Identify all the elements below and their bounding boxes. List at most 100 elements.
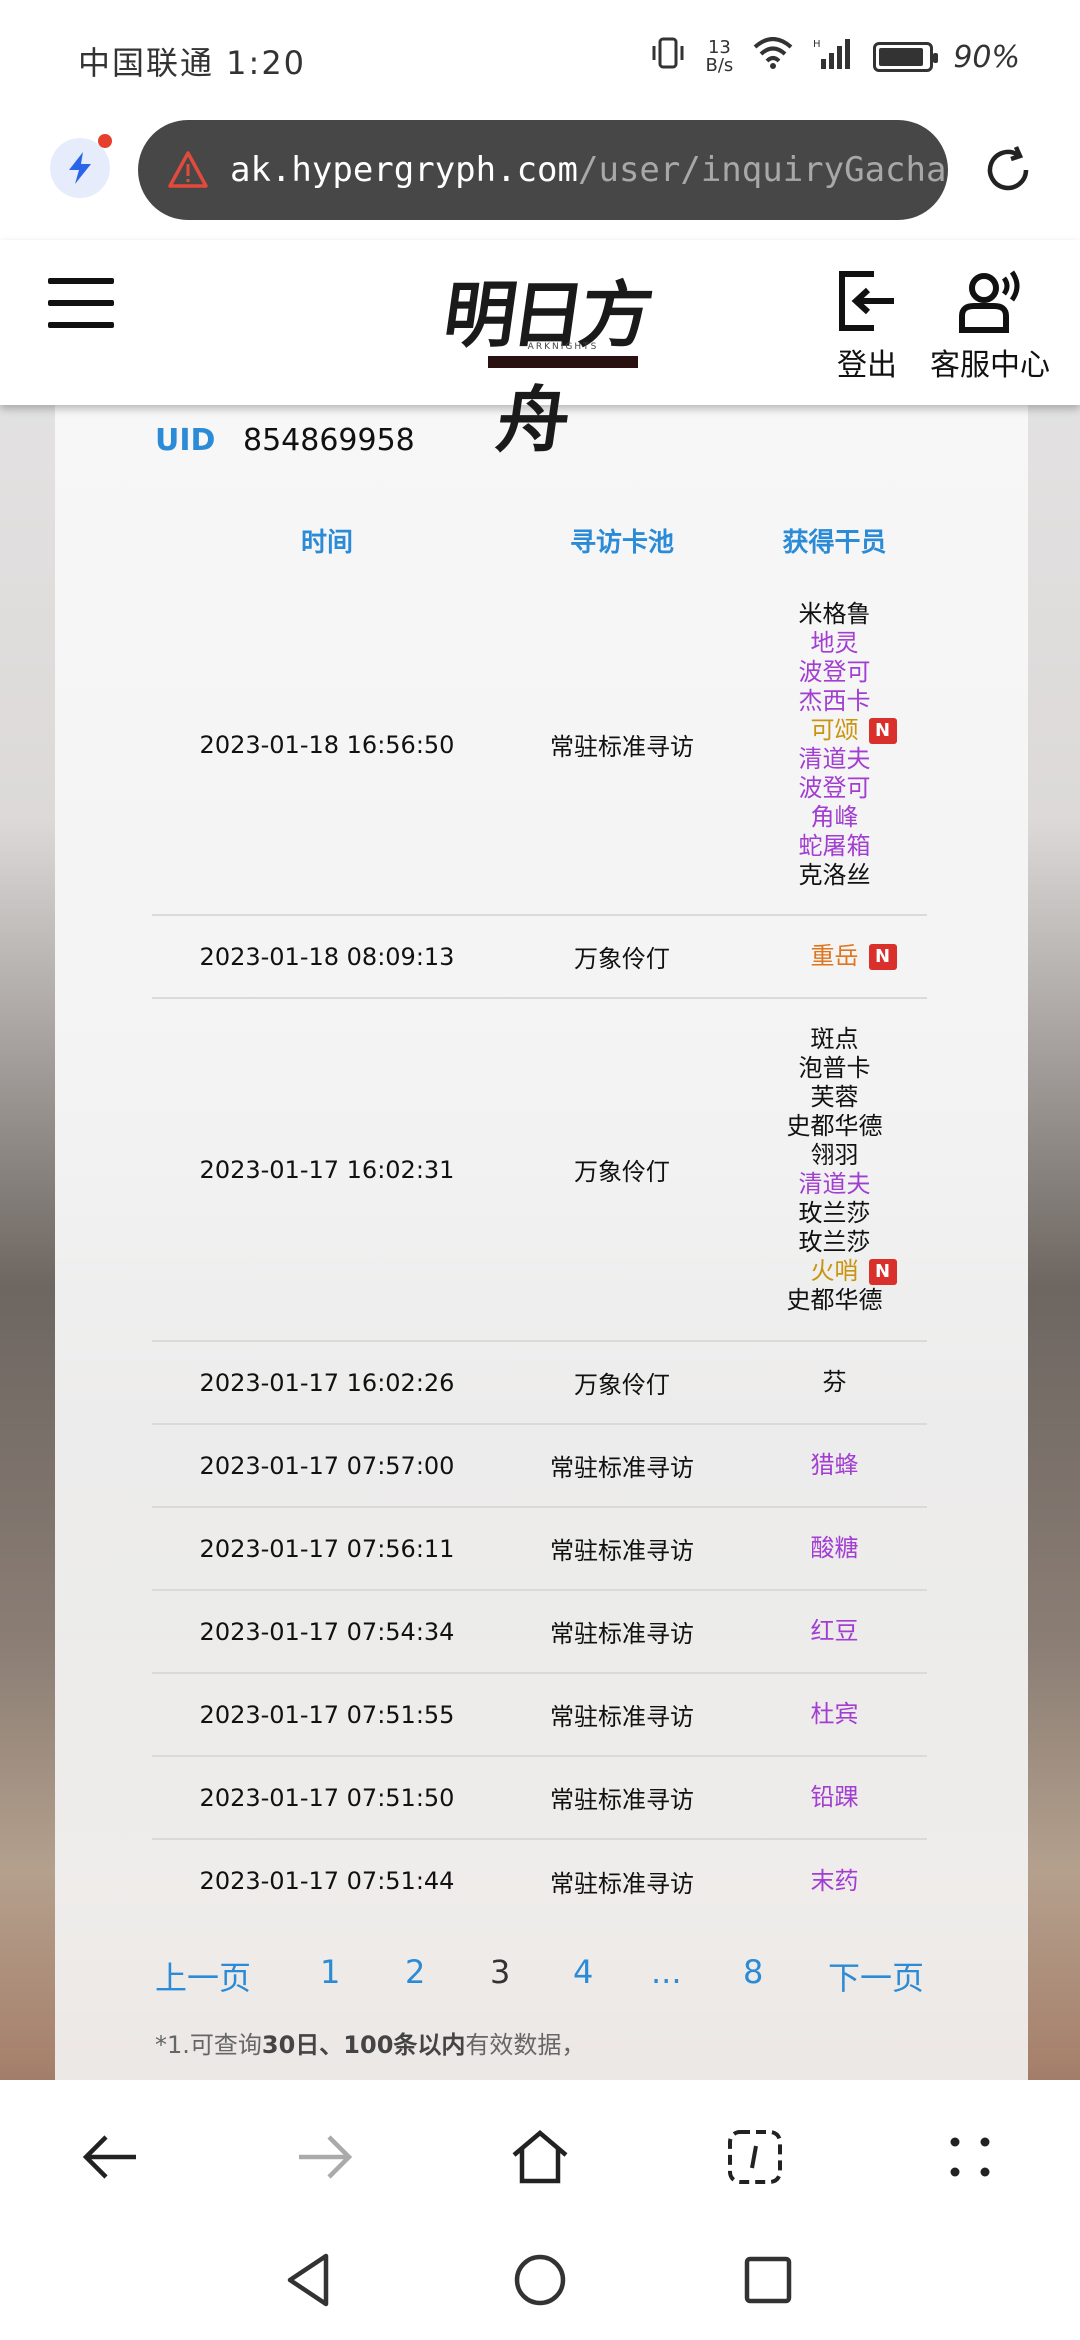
operator-name: 杜宾 [742, 1700, 927, 1729]
operator-name: 铅踝 [742, 1783, 927, 1812]
operator-label: 克洛丝 [799, 861, 871, 890]
operator-label: 泡普卡 [799, 1054, 871, 1083]
menu-icon[interactable] [48, 278, 114, 328]
cell-time: 2023-01-17 07:51:55 [152, 1673, 502, 1757]
operator-text: 翎羽 [810, 1140, 859, 1169]
operator-name: 史都华德 [742, 1112, 927, 1141]
status-bar: 中国联通 1:20 13 B/s H 90% [0, 0, 1080, 120]
cell-operators: 杜宾 [742, 1673, 927, 1757]
operator-name: 芬 [742, 1368, 927, 1397]
cell-operators: 末药 [742, 1839, 927, 1922]
operator-text: 波登可 [798, 773, 871, 802]
gacha-table: 时间 寻访卡池 获得干员 2023-01-18 16:56:50 常驻标准寻访 米格… [152, 505, 927, 1922]
operator-text: 斑点 [810, 1024, 859, 1053]
nav-back-icon[interactable] [280, 2250, 340, 2310]
header-time: 时间 [300, 527, 353, 558]
cell-pool: 万象伶仃 [502, 1341, 742, 1425]
browser-toolbar [0, 2080, 1080, 2230]
page-3-current: 3 [490, 1953, 511, 1991]
pagination: 上一页 1 2 3 4 ... 8 下一页 [155, 1945, 995, 2005]
operator-name: 重岳 N [742, 942, 927, 971]
operator-name: 史都华德 [742, 1286, 927, 1315]
tabs-icon[interactable] [720, 2122, 790, 2192]
back-arrow-icon[interactable] [75, 2122, 145, 2192]
url-bar[interactable]: ak.hypergryph.com /user/inquiryGacha [138, 120, 948, 220]
operator-text: 重岳 [810, 942, 859, 970]
operator-text: 米格鲁 [798, 599, 871, 628]
operator-name: 克洛丝 [742, 861, 927, 890]
operator-label: 清道夫 [799, 745, 871, 774]
page-4-button[interactable]: 4 [573, 1953, 593, 1991]
prev-page-button[interactable]: 上一页 [155, 1953, 251, 1999]
operator-text: 地灵 [810, 628, 859, 657]
cell-pool: 常驻标准寻访 [502, 1673, 742, 1757]
table-row: 2023-01-17 07:54:34 常驻标准寻访 红豆 [152, 1590, 927, 1674]
uid-row: UID 854869958 [155, 423, 415, 458]
operator-name: 玫兰莎 [742, 1199, 927, 1228]
next-page-button[interactable]: 下一页 [828, 1953, 924, 1999]
table-body: 2023-01-18 16:56:50 常驻标准寻访 米格鲁 地灵 波登可 杰西卡 可颂 N 清… [152, 575, 927, 1922]
operator-text: 角峰 [810, 802, 859, 831]
operator-name: 泡普卡 [742, 1054, 927, 1083]
operator-label: 芬 [823, 1368, 847, 1397]
operator-name: 清道夫 [742, 745, 927, 774]
operator-label: 地灵 [811, 629, 859, 658]
note-bold: 30日、100条以内 [261, 2031, 466, 2059]
cell-pool: 常驻标准寻访 [502, 1756, 742, 1840]
operator-name: 清道夫 [742, 1170, 927, 1199]
operator-label: 铅踝 [811, 1783, 859, 1812]
operator-text: 末药 [810, 1866, 859, 1895]
header-pool: 寻访卡池 [569, 527, 674, 558]
operator-label: 波登可 [799, 658, 871, 687]
warning-icon [168, 151, 208, 188]
operator-label: 火哨 N [811, 1257, 897, 1286]
header-operators: 获得干员 [782, 527, 887, 558]
operator-text: 杰西卡 [798, 686, 871, 715]
operator-label: 末药 [811, 1867, 859, 1896]
operator-label: 波登可 [799, 774, 871, 803]
query-note: *1.可查询30日、100条以内有效数据， [155, 2025, 585, 2060]
site-header: 明日方舟 ARKNIGHTS 登出 客服中心 [0, 240, 1080, 462]
more-icon[interactable] [935, 2122, 1005, 2192]
home-icon[interactable] [505, 2122, 575, 2192]
reload-icon[interactable] [980, 142, 1036, 198]
customer-service-button[interactable]: 客服中心 [930, 268, 1050, 384]
table-row: 2023-01-17 07:51:50 常驻标准寻访 铅踝 [152, 1756, 927, 1840]
cell-pool: 常驻标准寻访 [502, 1424, 742, 1508]
wifi-icon [753, 37, 793, 77]
operator-text: 可颂 [810, 715, 859, 744]
page-8-button[interactable]: 8 [743, 1953, 763, 1991]
note-prefix: *1.可查询 [155, 2031, 262, 2059]
url-domain: ak.hypergryph.com [230, 150, 578, 190]
table-row: 2023-01-17 07:51:55 常驻标准寻访 杜宾 [152, 1673, 927, 1757]
operator-name: 波登可 [742, 658, 927, 687]
operator-label: 可颂 N [810, 715, 897, 745]
operator-label: 史都华德 [787, 1286, 883, 1315]
nav-recents-icon[interactable] [738, 2250, 798, 2310]
page-2-button[interactable]: 2 [405, 1953, 425, 1991]
operator-name: 蛇屠箱 [742, 832, 927, 861]
page-1-button[interactable]: 1 [320, 1953, 340, 1991]
operator-text: 芬 [822, 1368, 847, 1396]
operator-text: 红豆 [810, 1617, 859, 1645]
operator-name: 芙蓉 [742, 1083, 927, 1112]
new-badge: N [868, 717, 897, 744]
site-logo[interactable]: 明日方舟 ARKNIGHTS [408, 256, 672, 462]
table-row: 2023-01-17 07:51:44 常驻标准寻访 末药 [152, 1839, 927, 1922]
notification-dot [98, 134, 112, 148]
operator-label: 清道夫 [799, 1170, 871, 1199]
browser-address-bar: ak.hypergryph.com /user/inquiryGacha [0, 120, 1080, 240]
logout-button[interactable]: 登出 [834, 268, 900, 384]
operator-label: 史都华德 [787, 1112, 883, 1141]
bolt-icon[interactable] [50, 134, 112, 198]
table-row: 2023-01-17 07:57:00 常驻标准寻访 猎蜂 [152, 1424, 927, 1508]
cell-pool: 万象伶仃 [502, 915, 742, 999]
cell-time: 2023-01-18 16:56:50 [152, 575, 502, 916]
operator-name: 可颂 N [742, 716, 927, 745]
operator-text: 蛇屠箱 [798, 831, 871, 860]
forward-arrow-icon[interactable] [290, 2122, 360, 2192]
operator-label: 玫兰莎 [799, 1228, 871, 1257]
logout-icon [839, 271, 894, 331]
cell-operators: 重岳 N [742, 915, 927, 999]
nav-home-icon[interactable] [510, 2250, 570, 2310]
